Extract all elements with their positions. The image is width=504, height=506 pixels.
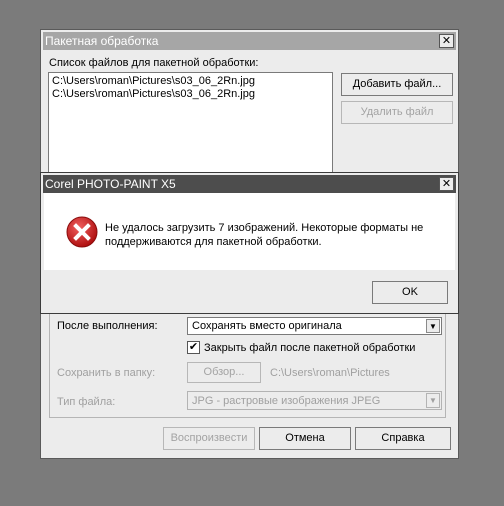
close-icon: ✕ <box>441 178 452 190</box>
files-list[interactable]: C:\Users\roman\Pictures\s03_06_2Rn.jpg C… <box>48 72 333 175</box>
close-icon: ✕ <box>441 35 452 47</box>
list-item[interactable]: C:\Users\roman\Pictures\s03_06_2Rn.jpg <box>52 88 329 101</box>
cancel-button[interactable]: Отмена <box>259 427 351 450</box>
help-button[interactable]: Справка <box>355 427 451 450</box>
browse-button[interactable]: Обзор... <box>187 362 261 383</box>
error-icon <box>66 216 98 248</box>
batch-titlebar: Пакетная обработка ✕ <box>43 32 456 50</box>
list-item[interactable]: C:\Users\roman\Pictures\s03_06_2Rn.jpg <box>52 75 329 88</box>
batch-close-button[interactable]: ✕ <box>439 34 454 48</box>
remove-file-button[interactable]: Удалить файл <box>341 101 453 124</box>
file-type-select[interactable]: JPG - растровые изображения JPEG ▼ <box>187 391 442 410</box>
save-folder-path: C:\Users\roman\Pictures <box>270 367 390 379</box>
after-completion-label: После выполнения: <box>57 320 158 332</box>
error-message: Не удалось загрузить 7 изображений. Неко… <box>105 222 424 248</box>
close-after-label[interactable]: Закрыть файл после пакетной обработки <box>204 342 415 354</box>
play-button[interactable]: Воспроизвести <box>163 427 255 450</box>
add-file-button[interactable]: Добавить файл... <box>341 73 453 96</box>
chevron-down-icon: ▼ <box>426 319 440 333</box>
error-titlebar: Corel PHOTO-PAINT X5 ✕ <box>43 175 456 193</box>
error-title: Corel PHOTO-PAINT X5 <box>45 177 176 191</box>
ok-button[interactable]: OK <box>372 281 448 304</box>
error-close-button[interactable]: ✕ <box>439 177 454 191</box>
chevron-down-icon: ▼ <box>426 393 440 408</box>
after-completion-select[interactable]: Сохранять вместо оригинала ▼ <box>187 317 442 335</box>
error-dialog: Corel PHOTO-PAINT X5 ✕ Не удалось загруз… <box>40 172 459 314</box>
files-list-label: Список файлов для пакетной обработки: <box>49 57 259 69</box>
file-type-label: Тип файла: <box>57 396 116 408</box>
after-completion-value: Сохранять вместо оригинала <box>192 320 342 332</box>
file-type-value: JPG - растровые изображения JPEG <box>192 395 381 407</box>
batch-title: Пакетная обработка <box>45 34 159 48</box>
close-after-checkbox[interactable]: ✔ <box>187 341 200 354</box>
save-to-folder-label: Сохранить в папку: <box>57 367 156 379</box>
